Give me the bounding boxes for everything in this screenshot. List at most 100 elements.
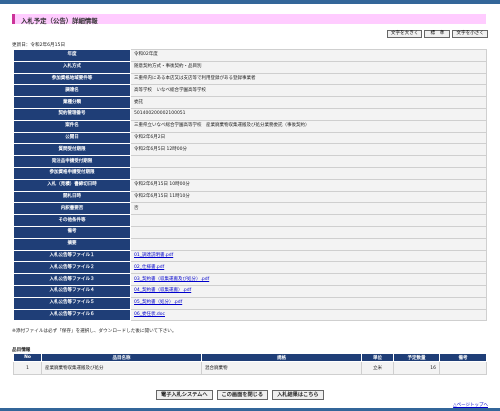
detail-row-question-deadline: 質問受付期限 令和2年6月5日 12時00分 — [13, 143, 487, 157]
detail-row-procurement-name: 調達名 高等学校 いなべ総合学園高等学校 — [13, 84, 487, 98]
detail-row-other-conditions: その他条件等 — [13, 214, 487, 227]
detail-label: 年度 — [13, 49, 131, 62]
detail-row-publish-date: 公開日 令和2年6月2日 — [13, 131, 487, 145]
detail-row-file-1: 入札公告等ファイル１ 01_調達説明書.pdf — [13, 249, 487, 263]
detail-label: 摘要 — [13, 237, 131, 251]
detail-row-file-5: 入札公告等ファイル５ 05_契約書（処分）.pdf — [13, 296, 487, 310]
detail-row-summary: 摘要 — [13, 237, 487, 251]
detail-value: 02_仕様書.pdf — [130, 261, 487, 275]
detail-value: 随意契約方式・事後契約・品目別 — [130, 60, 487, 74]
detail-label: 入札公告等ファイル５ — [13, 296, 131, 310]
bid-results-button[interactable]: 入札結果はこちら — [272, 390, 324, 400]
detail-row-file-2: 入札公告等ファイル２ 02_仕様書.pdf — [13, 261, 487, 275]
items-header-quantity: 予定数量 — [393, 353, 440, 362]
download-note: ※添付ファイルは必ず「保存」を選択し、ダウンロードした後に開いて下さい。 — [12, 329, 177, 334]
detail-row-file-4: 入札公告等ファイル４ 04_契約書（収集運搬）.pdf — [13, 284, 487, 298]
items-header-remarks: 備考 — [439, 353, 487, 362]
detail-label: 質問受付期限 — [13, 143, 131, 157]
action-buttons: 電子入札システムへ この画面を閉じる 入札結果はこちら — [156, 390, 324, 400]
font-larger-button[interactable]: 文字を大きく — [386, 30, 423, 38]
detail-value — [130, 237, 487, 251]
top-bar — [0, 0, 500, 4]
detail-value: 01_調達説明書.pdf — [130, 249, 487, 263]
detail-value: 50140020000210005​1 — [130, 107, 487, 121]
font-standard-button[interactable]: 標 準 — [424, 30, 451, 38]
detail-row-file-3: 入札公告等ファイル３ 03_契約書（収集運搬及び処分）.pdf — [13, 273, 487, 286]
detail-row-remarks: 備考 — [13, 225, 487, 239]
table-row: 1 産業廃棄物収集運搬及び処分 混合廃棄物 立米 16 — [13, 361, 487, 375]
items-header-spec: 規格 — [201, 353, 362, 362]
item-spec: 混合廃棄物 — [201, 361, 362, 375]
detail-row-qualification-deadline: 参加資格申請受付期限 — [13, 166, 487, 180]
detail-table: 年度 令和02年度 入札方式 随意契約方式・事後契約・品目別 参加資格地域要件等 三重… — [13, 49, 487, 322]
detail-value: 令和02年度 — [130, 49, 487, 62]
detail-label: 参加資格申請受付期限 — [13, 166, 131, 180]
item-no: 1 — [13, 361, 42, 375]
items-header-row: No 品目名称 規格 単位 予定数量 備考 — [13, 353, 487, 362]
detail-value: 03_契約書（収集運搬及び処分）.pdf — [130, 273, 487, 286]
detail-row-year: 年度 令和02年度 — [13, 49, 487, 62]
items-header-no: No — [13, 353, 42, 362]
detail-label: 公開日 — [13, 131, 131, 145]
detail-label: 入札公告等ファイル３ — [13, 273, 131, 286]
file-link-1[interactable]: 01_調達説明書.pdf — [134, 253, 173, 258]
detail-label: 業種分類 — [13, 96, 131, 109]
detail-value: 委託 — [130, 96, 487, 109]
detail-row-file-6: 入札公告等ファイル６ 06_委任状.doc — [13, 308, 487, 322]
detail-row-item-application-deadline: 発注品申請受付期限 — [13, 155, 487, 168]
item-unit: 立米 — [361, 361, 394, 375]
detail-value — [130, 166, 487, 180]
page-title: 入札予定（公告）詳細情報 — [21, 16, 98, 25]
detail-value: 05_契約書（処分）.pdf — [130, 296, 487, 310]
detail-label: 入札公告等ファイル４ — [13, 284, 131, 298]
e-bidding-system-button[interactable]: 電子入札システムへ — [156, 390, 213, 400]
detail-row-breakdown-required: 内訳書要否否 — [13, 202, 487, 216]
detail-value — [130, 225, 487, 239]
file-link-6[interactable]: 06_委任状.doc — [134, 312, 165, 317]
file-link-4[interactable]: 04_契約書（収集運搬）.pdf — [134, 288, 191, 293]
detail-value: 06_委任状.doc — [130, 308, 487, 322]
file-link-2[interactable]: 02_仕様書.pdf — [134, 265, 164, 270]
detail-label: 開札日時 — [13, 190, 131, 204]
close-window-button[interactable]: この画面を閉じる — [216, 390, 269, 400]
detail-value: 04_契約書（収集運搬）.pdf — [130, 284, 487, 298]
detail-row-case-name: 案件名 三重県立いなべ総合学園高等学校 産業廃棄物収集運搬及び処分業務委託（事後契… — [13, 119, 487, 133]
detail-row-region-requirement: 参加資格地域要件等 三重県内にある本店又は支店等で利用登録がある登録事業者 — [13, 72, 487, 86]
detail-label: 入札公告等ファイル２ — [13, 261, 131, 275]
detail-label: 内訳書要否 — [13, 202, 131, 216]
file-link-3[interactable]: 03_契約書（収集運搬及び処分）.pdf — [134, 277, 209, 282]
item-remarks — [439, 361, 487, 375]
detail-label: 備考 — [13, 225, 131, 239]
detail-value: 否 — [130, 202, 487, 216]
detail-label: その他条件等 — [13, 214, 131, 227]
detail-row-bid-closing: 入札（見積）書締切日時 令和2年6月15日 10時00分 — [13, 178, 487, 192]
detail-label: 契約管理番号 — [13, 107, 131, 121]
file-link-5[interactable]: 05_契約書（処分）.pdf — [134, 300, 182, 305]
detail-label: 発注品申請受付期限 — [13, 155, 131, 168]
detail-value: 三重県立いなべ総合学園高等学校 産業廃棄物収集運搬及び処分業務委託（事後契約） — [130, 119, 487, 133]
item-quantity: 16 — [393, 361, 440, 375]
detail-value: 令和2年6月5日 12時00分 — [130, 143, 487, 157]
detail-value: 令和2年6月2日 — [130, 131, 487, 145]
updated-date: 更新日：令和2年6月15日 — [12, 43, 66, 48]
detail-label: 入札公告等ファイル６ — [13, 308, 131, 322]
detail-row-industry: 業種分類 委託 — [13, 96, 487, 109]
detail-label: 調達名 — [13, 84, 131, 98]
font-size-controls: 文字を大きく 標 準 文字を小さく — [386, 30, 488, 38]
detail-label: 案件名 — [13, 119, 131, 133]
detail-row-bid-method: 入札方式 随意契約方式・事後契約・品目別 — [13, 60, 487, 74]
detail-value — [130, 155, 487, 168]
detail-row-contract-number: 契約管理番号 50140020000210005​1 — [13, 107, 487, 121]
items-header-unit: 単位 — [361, 353, 394, 362]
font-smaller-button[interactable]: 文字を小さく — [452, 30, 488, 38]
detail-label: 参加資格地域要件等 — [13, 72, 131, 86]
detail-row-opening-datetime: 開札日時 令和2年6月15日 11時10分 — [13, 190, 487, 204]
detail-value: 高等学校 いなべ総合学園高等学校 — [130, 84, 487, 98]
detail-label: 入札公告等ファイル１ — [13, 249, 131, 263]
items-table: No 品目名称 規格 単位 予定数量 備考 1 産業廃棄物収集運搬及び処分 混合… — [13, 353, 487, 375]
detail-label: 入札方式 — [13, 60, 131, 74]
detail-value — [130, 214, 487, 227]
detail-value: 令和2年6月15日 10時00分 — [130, 178, 487, 192]
items-header-name: 品目名称 — [41, 353, 202, 362]
detail-label: 入札（見積）書締切日時 — [13, 178, 131, 192]
